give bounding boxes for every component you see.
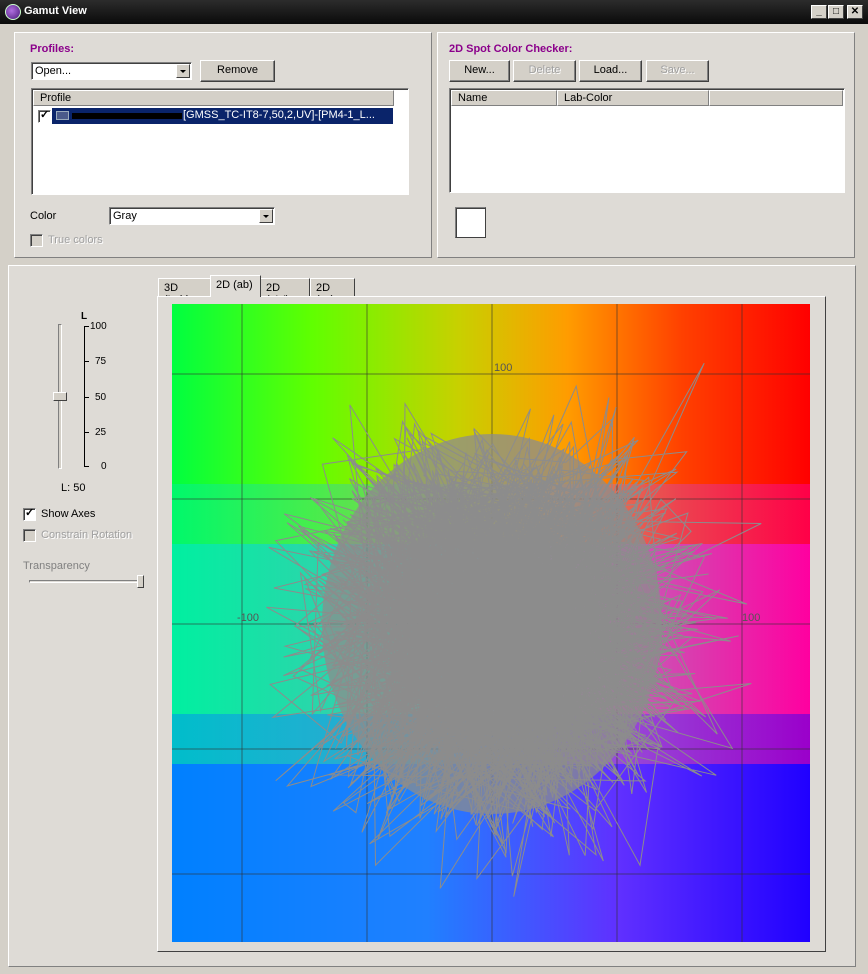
color-combo-value: Gray xyxy=(113,210,137,222)
profiles-combo-value: Open... xyxy=(35,65,72,77)
true-colors-label: True colors xyxy=(48,234,103,246)
check-icon: ✓ xyxy=(40,109,50,121)
constrain-rotation-checkbox[interactable] xyxy=(23,529,36,542)
show-axes-checkbox[interactable]: ✓ xyxy=(23,507,36,521)
title-bar: Gamut View _ □ ✕ xyxy=(0,0,868,24)
spot-color-panel: 2D Spot Color Checker: New... Delete Loa… xyxy=(437,32,855,258)
remove-button[interactable]: Remove xyxy=(200,60,275,82)
tick-label: 50 xyxy=(95,392,107,403)
ab-gamut-plot[interactable]: 100 -100 100 xyxy=(172,304,810,942)
tick-label: 0 xyxy=(101,461,107,472)
chevron-down-icon[interactable] xyxy=(259,209,273,223)
tick-mark xyxy=(84,397,89,398)
spot-color-list[interactable]: Name Lab-Color xyxy=(449,88,845,193)
empty-column-header xyxy=(709,90,843,106)
transparency-label: Transparency xyxy=(23,560,90,572)
spot-color-label: 2D Spot Color Checker: xyxy=(449,43,573,55)
profiles-panel: Profiles: Open... Remove Profile [GMSS_T… xyxy=(14,32,432,258)
profiles-label: Profiles: xyxy=(30,43,75,55)
app-icon xyxy=(5,4,21,20)
tick-label: 25 xyxy=(95,427,107,438)
l-slider-thumb[interactable] xyxy=(53,392,67,401)
tab-2d-xy[interactable]: 2D (xy) xyxy=(310,278,355,306)
window-title: Gamut View xyxy=(24,5,87,17)
tick-mark xyxy=(84,361,89,362)
l-axis-label: L xyxy=(81,311,88,322)
save-button[interactable]: Save... xyxy=(646,60,709,82)
constrain-rotation-label: Constrain Rotation xyxy=(41,529,133,541)
name-column-header[interactable]: Name xyxy=(451,90,557,106)
color-label: Color xyxy=(30,210,57,222)
tick-label: 100 xyxy=(90,321,107,332)
color-combo[interactable]: Gray xyxy=(109,207,275,225)
spot-color-swatch[interactable] xyxy=(455,207,486,238)
profile-swatch xyxy=(56,111,69,120)
tick-mark xyxy=(84,466,89,467)
transparency-slider-track[interactable] xyxy=(29,580,141,583)
tick-mark xyxy=(84,432,89,433)
profile-visible-checkbox[interactable]: ✓ xyxy=(38,109,51,123)
redacted-text xyxy=(72,113,182,119)
lab-color-column-header[interactable]: Lab-Color xyxy=(557,90,709,106)
axis-label-a-positive: 100 xyxy=(742,612,760,624)
delete-button[interactable]: Delete xyxy=(513,60,576,82)
list-item[interactable]: [GMSS_TC-IT8-7,50,2,UV]-[PM4-1_L... xyxy=(52,108,393,124)
show-axes-label: Show Axes xyxy=(41,508,96,520)
axis-label-a-negative: -100 xyxy=(237,612,259,624)
axis-label-b-positive: 100 xyxy=(494,362,512,374)
true-colors-checkbox[interactable] xyxy=(30,234,43,247)
gamut-core xyxy=(322,434,662,814)
l-value-label: L: 50 xyxy=(61,482,86,494)
load-button[interactable]: Load... xyxy=(579,60,642,82)
minimize-button[interactable]: _ xyxy=(811,5,827,19)
new-button[interactable]: New... xyxy=(449,60,510,82)
profile-list[interactable]: Profile [GMSS_TC-IT8-7,50,2,UV]-[PM4-1_L… xyxy=(31,88,409,195)
tab-3d-lab[interactable]: 3D (Lab) xyxy=(158,278,211,306)
tick-label: 75 xyxy=(95,356,107,367)
close-button[interactable]: ✕ xyxy=(847,5,863,19)
transparency-slider-thumb[interactable] xyxy=(137,575,144,588)
profiles-combo[interactable]: Open... xyxy=(31,62,192,80)
profile-name: [GMSS_TC-IT8-7,50,2,UV]-[PM4-1_L... xyxy=(183,109,375,121)
maximize-button[interactable]: □ xyxy=(828,5,844,19)
tab-2d-ab[interactable]: 2D (ab) xyxy=(210,275,261,297)
tab-2d-uv[interactable]: 2D (u'v') xyxy=(260,278,310,306)
chevron-down-icon[interactable] xyxy=(176,64,190,78)
tick-mark xyxy=(84,326,89,327)
profile-column-header[interactable]: Profile xyxy=(33,90,394,106)
plot-frame: 100 -100 100 xyxy=(157,296,826,952)
check-icon: ✓ xyxy=(25,507,35,519)
